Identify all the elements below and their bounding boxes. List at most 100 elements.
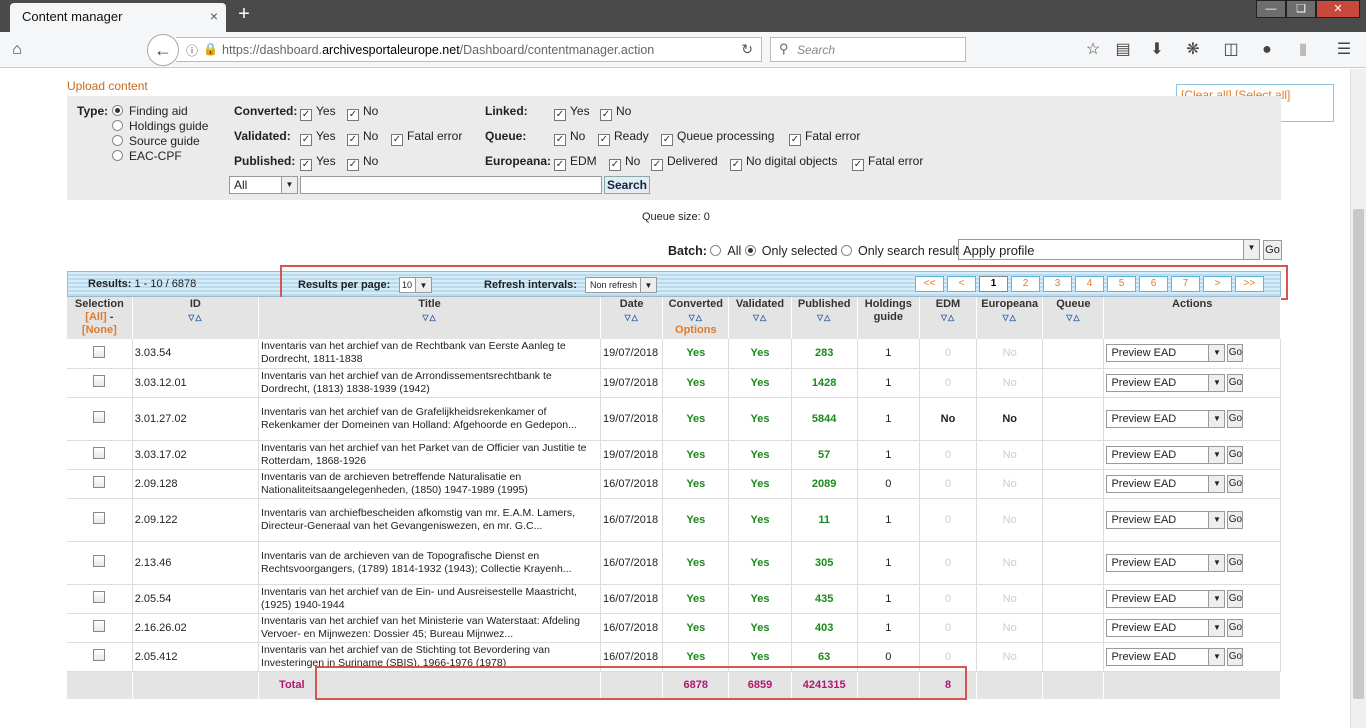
- checkbox-icon[interactable]: ✓: [598, 134, 610, 146]
- col-queue[interactable]: Queue ▽△: [1042, 297, 1105, 339]
- library-icon[interactable]: ▮: [1292, 39, 1314, 61]
- row-go-button[interactable]: Go: [1227, 553, 1244, 572]
- linked-yes-checkbox[interactable]: ✓ Yes: [554, 104, 590, 121]
- col-title[interactable]: Title ▽△: [258, 297, 602, 339]
- checkbox-icon[interactable]: ✓: [730, 159, 742, 171]
- checkbox-icon[interactable]: ✓: [554, 134, 566, 146]
- queue-fatal-checkbox[interactable]: ✓ Fatal error: [789, 129, 860, 146]
- download-icon[interactable]: ⬇: [1146, 39, 1168, 61]
- checkbox-icon[interactable]: ✓: [300, 159, 312, 171]
- checkbox-icon[interactable]: ✓: [300, 109, 312, 121]
- row-action-select[interactable]: Preview EAD ▼: [1106, 589, 1226, 608]
- reload-icon[interactable]: ↻: [741, 41, 753, 58]
- extension-icon[interactable]: ❋: [1182, 39, 1204, 61]
- select-all-rows-link[interactable]: [All]: [85, 311, 106, 323]
- col-date[interactable]: Date ▽△: [600, 297, 664, 339]
- type-eac-cpf[interactable]: EAC-CPF: [112, 149, 182, 163]
- search-button[interactable]: Search: [604, 176, 650, 194]
- europeana-delivered-checkbox[interactable]: ✓ Delivered: [651, 154, 718, 171]
- checkbox-icon[interactable]: ✓: [661, 134, 673, 146]
- row-checkbox[interactable]: [93, 476, 106, 488]
- col-europeana[interactable]: Europeana ▽△: [976, 297, 1044, 339]
- row-checkbox[interactable]: [93, 345, 106, 358]
- row-checkbox[interactable]: [93, 375, 106, 387]
- checkbox-icon[interactable]: ✓: [651, 159, 663, 171]
- validated-yes-checkbox[interactable]: ✓ Yes: [300, 129, 336, 146]
- radio-icon[interactable]: [112, 135, 123, 146]
- converted-yes-checkbox[interactable]: ✓ Yes: [300, 104, 336, 121]
- row-action-select[interactable]: Preview EAD ▼: [1106, 409, 1226, 428]
- select-none-rows-link[interactable]: [None]: [82, 324, 117, 336]
- window-close-button[interactable]: ✕: [1316, 0, 1360, 18]
- row-go-button[interactable]: Go: [1227, 589, 1244, 608]
- europeana-edm-checkbox[interactable]: ✓ EDM: [554, 154, 597, 171]
- info-icon[interactable]: ⓘ: [186, 42, 198, 59]
- browser-search-input[interactable]: ⚲ Search: [770, 37, 966, 62]
- published-yes-checkbox[interactable]: ✓ Yes: [300, 154, 336, 171]
- bookmark-star-icon[interactable]: ☆: [1082, 39, 1104, 61]
- type-holdings-guide[interactable]: Holdings guide: [112, 119, 208, 133]
- radio-icon[interactable]: [112, 150, 123, 161]
- checkbox-icon[interactable]: ✓: [852, 159, 864, 171]
- radio-icon[interactable]: [112, 105, 123, 116]
- europeana-no-digital-checkbox[interactable]: ✓ No digital objects: [730, 154, 837, 171]
- batch-go-button[interactable]: Go: [1263, 240, 1282, 260]
- sidebar-icon[interactable]: ◫: [1220, 39, 1242, 61]
- row-action-select[interactable]: Preview EAD ▼: [1106, 510, 1226, 529]
- col-validated[interactable]: Validated ▽△: [728, 297, 792, 339]
- home-icon[interactable]: ⌂: [6, 39, 28, 61]
- validated-no-checkbox[interactable]: ✓ No: [347, 129, 378, 146]
- new-tab-button[interactable]: +: [233, 3, 255, 26]
- scrollbar-thumb[interactable]: [1353, 209, 1364, 699]
- checkbox-icon[interactable]: ✓: [347, 159, 359, 171]
- browser-tab[interactable]: Content manager ×: [10, 3, 226, 32]
- row-checkbox[interactable]: [93, 512, 106, 524]
- row-go-button[interactable]: Go: [1227, 647, 1244, 666]
- row-checkbox[interactable]: [93, 591, 106, 603]
- queue-ready-checkbox[interactable]: ✓ Ready: [598, 129, 649, 146]
- menu-icon[interactable]: ☰: [1333, 39, 1355, 61]
- profile-select[interactable]: Apply profile ▼: [958, 239, 1260, 260]
- col-edm[interactable]: EDM ▽△: [919, 297, 978, 339]
- checkbox-icon[interactable]: ✓: [554, 109, 566, 121]
- validated-fatal-checkbox[interactable]: ✓ Fatal error: [391, 129, 462, 146]
- type-finding-aid[interactable]: Finding aid: [112, 104, 188, 118]
- row-checkbox[interactable]: [93, 649, 106, 661]
- row-go-button[interactable]: Go: [1227, 373, 1244, 392]
- checkbox-icon[interactable]: ✓: [347, 109, 359, 121]
- scrollbar[interactable]: [1350, 69, 1366, 728]
- queue-no-checkbox[interactable]: ✓ No: [554, 129, 585, 146]
- published-no-checkbox[interactable]: ✓ No: [347, 154, 378, 171]
- minimize-button[interactable]: —: [1256, 0, 1286, 18]
- profile-icon[interactable]: ●: [1256, 39, 1278, 61]
- checkbox-icon[interactable]: ✓: [347, 134, 359, 146]
- search-input[interactable]: [300, 176, 602, 194]
- col-id[interactable]: ID ▽△: [132, 297, 260, 339]
- row-go-button[interactable]: Go: [1227, 409, 1244, 428]
- row-action-select[interactable]: Preview EAD ▼: [1106, 445, 1226, 464]
- maximize-button[interactable]: ❑: [1286, 0, 1316, 18]
- row-action-select[interactable]: Preview EAD ▼: [1106, 373, 1226, 392]
- linked-no-checkbox[interactable]: ✓ No: [600, 104, 631, 121]
- queue-processing-checkbox[interactable]: ✓ Queue processing: [661, 129, 774, 146]
- upload-content-link[interactable]: Upload content: [67, 79, 148, 93]
- checkbox-icon[interactable]: ✓: [300, 134, 312, 146]
- row-checkbox[interactable]: [93, 620, 106, 632]
- type-source-guide[interactable]: Source guide: [112, 134, 200, 148]
- checkbox-icon[interactable]: ✓: [600, 109, 612, 121]
- options-link[interactable]: Options: [675, 324, 717, 336]
- row-go-button[interactable]: Go: [1227, 445, 1244, 464]
- europeana-no-checkbox[interactable]: ✓ No: [609, 154, 640, 171]
- batch-all-radio[interactable]: [710, 245, 722, 256]
- row-go-button[interactable]: Go: [1227, 474, 1244, 493]
- row-checkbox[interactable]: [93, 411, 106, 423]
- checkbox-icon[interactable]: ✓: [391, 134, 403, 146]
- europeana-fatal-checkbox[interactable]: ✓ Fatal error: [852, 154, 923, 171]
- row-action-select[interactable]: Preview EAD ▼: [1106, 618, 1226, 637]
- search-field-select[interactable]: All ▼: [229, 176, 298, 194]
- row-go-button[interactable]: Go: [1227, 344, 1244, 363]
- url-bar[interactable]: ⓘ 🔒 https://dashboard.archivesportaleuro…: [176, 37, 762, 62]
- row-go-button[interactable]: Go: [1227, 618, 1244, 637]
- back-button[interactable]: ←: [147, 34, 179, 66]
- row-checkbox[interactable]: [93, 447, 106, 459]
